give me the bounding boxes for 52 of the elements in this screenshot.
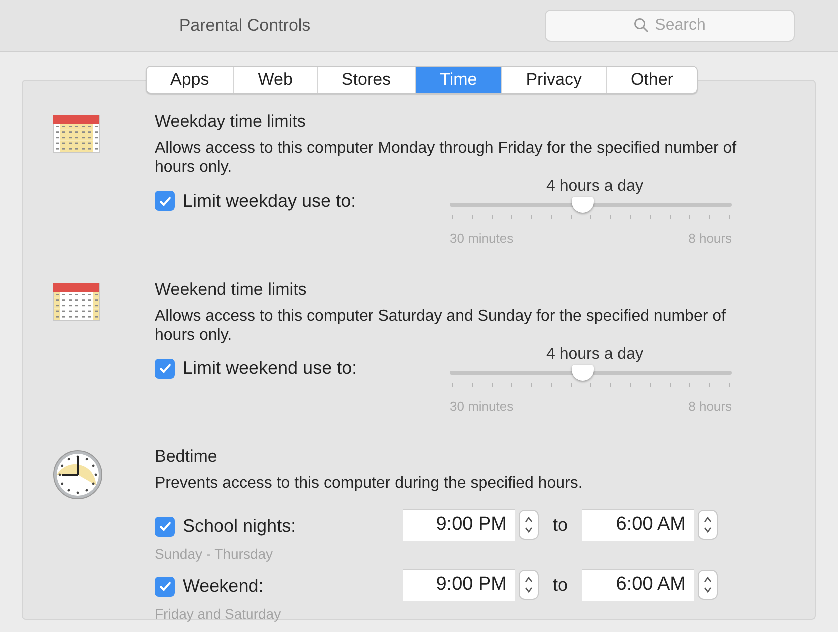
clock-icon [53, 450, 103, 500]
calendar-icon [53, 115, 100, 153]
slider-thumb[interactable] [572, 197, 594, 213]
time-field[interactable]: 9:00 PM [403, 509, 515, 541]
section-title: Weekend time limits [155, 278, 308, 300]
checkbox[interactable] [155, 358, 175, 378]
up-down-arrows-icon [704, 576, 712, 594]
section-title: Weekday time limits [155, 111, 307, 133]
section-description: Allows access to this computer Monday through Friday for the specified number of hours only. [155, 139, 738, 177]
checkbox[interactable] [155, 576, 175, 596]
checkbox-label: Weekend: [183, 575, 264, 598]
time-field[interactable]: 9:00 PM [403, 569, 515, 601]
up-down-arrows-icon [525, 516, 533, 534]
stepper-button[interactable] [519, 570, 539, 600]
checkbox[interactable] [155, 516, 175, 536]
slider-track[interactable] [450, 364, 732, 380]
calendar-icon [53, 282, 100, 320]
section-description: Allows access to this computer Saturday and Sunday for the specified number of hours only. [155, 306, 727, 344]
checkbox[interactable] [155, 191, 175, 211]
up-down-arrows-icon [525, 576, 533, 594]
slider-max-label: 8 hours [688, 230, 732, 248]
slider-min-label: 30 minutes [450, 230, 514, 248]
slider-min-label: 30 minutes [450, 398, 514, 416]
tab[interactable]: Privacy [501, 67, 606, 93]
checkmark-icon [158, 581, 172, 592]
slider-track[interactable] [450, 197, 732, 213]
checkbox-label: Limit weekday use to: [183, 190, 356, 213]
stepper-button[interactable] [519, 510, 539, 540]
slider-reading: 4 hours a day [546, 177, 644, 197]
to-label: to [553, 514, 568, 536]
up-down-arrows-icon [704, 516, 712, 534]
tab[interactable]: Web [233, 67, 317, 93]
stepper-button[interactable] [698, 570, 718, 600]
checkbox-label: Limit weekend use to: [183, 357, 358, 380]
checkmark-icon [158, 363, 172, 374]
section-description: Prevents access to this computer during the specified hours. [155, 474, 584, 493]
days-label: Friday and Saturday [155, 605, 282, 624]
time-field[interactable]: 6:00 AM [582, 509, 694, 541]
days-label: Sunday - Thursday [155, 545, 274, 564]
section-title: Bedtime [155, 446, 218, 468]
window-title: Parental Controls [178, 14, 312, 37]
checkbox-label: School nights: [183, 515, 296, 538]
checkmark-icon [158, 196, 172, 206]
to-label: to [553, 574, 568, 596]
time-field[interactable]: 6:00 AM [582, 569, 694, 601]
search-icon [634, 18, 650, 33]
slider-reading: 4 hours a day [546, 344, 644, 364]
slider-thumb[interactable] [572, 364, 594, 380]
checkmark-icon [158, 521, 172, 532]
stepper-button[interactable] [698, 510, 718, 540]
tab[interactable]: Apps [146, 67, 234, 93]
slider-max-label: 8 hours [688, 398, 732, 416]
